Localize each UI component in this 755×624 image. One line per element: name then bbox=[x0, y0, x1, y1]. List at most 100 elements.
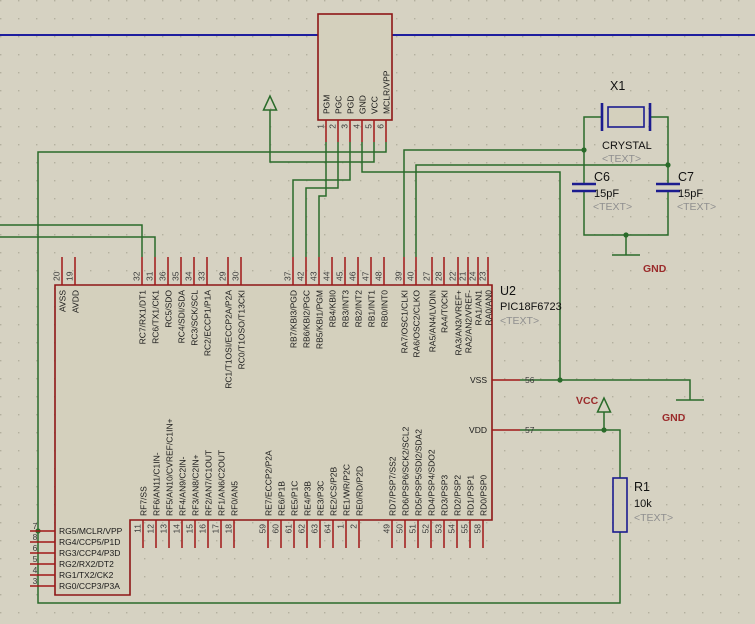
pin-name: RD7/PSP7/SS2 bbox=[388, 456, 398, 516]
junction-dot bbox=[665, 162, 671, 168]
pin-number: 3 bbox=[33, 576, 38, 586]
crystal-value: CRYSTAL bbox=[602, 140, 652, 152]
pin-name: RG5/MCLR/VPP bbox=[59, 526, 123, 536]
pin-name: RF0/AN5 bbox=[230, 481, 240, 516]
crystal-text-placeholder: <TEXT> bbox=[602, 153, 641, 165]
pin-number: 18 bbox=[224, 524, 234, 534]
pin-number: 5 bbox=[364, 124, 374, 129]
pin-name: RD4/PSP4/SDO2 bbox=[427, 449, 437, 516]
pin-number: 5 bbox=[33, 554, 38, 564]
pin-name: RA4/T0CKI bbox=[440, 290, 450, 333]
pin-name: RD5/PSP5/SDI2/SDA2 bbox=[414, 429, 424, 516]
crystal-body[interactable] bbox=[607, 106, 645, 128]
pin-number: 64 bbox=[323, 524, 333, 534]
pin-number: 1 bbox=[336, 524, 346, 529]
pin-number: 63 bbox=[310, 524, 320, 534]
pin-name: RA5/AN4/LVDIN bbox=[428, 290, 438, 352]
pin-name: RG1/TX2/CK2 bbox=[59, 570, 114, 580]
pin-name: RD1/PSP1 bbox=[466, 475, 476, 516]
pin-name: RA6/OSC2/CLKO bbox=[412, 290, 422, 358]
pin-number: 36 bbox=[158, 271, 168, 281]
pin-number: 19 bbox=[65, 271, 75, 281]
pin-name: RC2/ECCP1/P1A bbox=[203, 290, 213, 356]
pin-number: 34 bbox=[184, 271, 194, 281]
pin-number: 12 bbox=[146, 524, 156, 534]
pin-name: RA2/AN2/VREF- bbox=[464, 290, 474, 353]
pin-number: 32 bbox=[132, 271, 142, 281]
pin-number: 6 bbox=[376, 124, 386, 129]
pin-name: MCLR/VPP bbox=[382, 70, 392, 114]
pin-number: 49 bbox=[382, 524, 392, 534]
pin-number: 21 bbox=[458, 271, 468, 281]
gnd-net-label: GND bbox=[662, 412, 686, 424]
pin-name: RE4/P3B bbox=[303, 481, 313, 516]
pin-number: 58 bbox=[473, 524, 483, 534]
pin-name: RF2/AN7/C1OUT bbox=[204, 450, 214, 516]
pin-number: 43 bbox=[309, 271, 319, 281]
junction-dot bbox=[601, 427, 607, 433]
pin-number: 13 bbox=[159, 524, 169, 534]
pin-number: 8 bbox=[33, 532, 38, 542]
junction-dot bbox=[623, 232, 629, 238]
crystal-reference: X1 bbox=[610, 79, 625, 93]
pin-name: RD2/PSP2 bbox=[453, 475, 463, 516]
pin-name: RF3/AN8/C2IN+ bbox=[191, 454, 201, 516]
pin-name: RC4/SDI/SDA bbox=[177, 290, 187, 344]
pin-name: RC5/SDO bbox=[164, 290, 174, 328]
capacitor-reference: C7 bbox=[678, 170, 694, 184]
pin-name: RC0/T1OSO/T13CKI bbox=[237, 290, 247, 369]
pin-name: AVSS bbox=[58, 290, 68, 312]
pin-number: 4 bbox=[352, 124, 362, 129]
pin-number: 11 bbox=[133, 524, 143, 533]
junction-dot bbox=[581, 147, 587, 153]
pin-number: 53 bbox=[434, 524, 444, 534]
pin-name: RE7/ECCP2/P2A bbox=[264, 450, 274, 516]
pin-number: 42 bbox=[296, 271, 306, 281]
pin-number: 40 bbox=[406, 271, 416, 281]
pin-name: RE1/WR/P2C bbox=[342, 464, 352, 516]
pin-name: RC3/SCK/SCL bbox=[190, 290, 200, 346]
pin-name: RF7/SS bbox=[139, 486, 149, 516]
pin-name: VSS bbox=[470, 375, 487, 385]
pin-name: RB6/KBI2/PGC bbox=[302, 290, 312, 348]
pin-name: RE3/P3C bbox=[316, 481, 326, 516]
pin-name: RB3/INT3 bbox=[341, 290, 351, 328]
pin-number: 54 bbox=[447, 524, 457, 534]
pin-name: RG2/RX2/DT2 bbox=[59, 559, 114, 569]
pin-name: RB4/KBI0 bbox=[328, 290, 338, 328]
pin-number: 61 bbox=[284, 524, 294, 534]
pin-number: 51 bbox=[408, 524, 418, 534]
pin-name: RA0/AN0 bbox=[484, 290, 494, 326]
pin-number: 7 bbox=[33, 521, 38, 531]
pin-number: 39 bbox=[394, 271, 404, 281]
pin-number: 44 bbox=[322, 271, 332, 281]
pin-number: 1 bbox=[316, 124, 326, 129]
pin-number: 17 bbox=[211, 524, 221, 534]
pin-number: 3 bbox=[340, 124, 350, 129]
pin-name: RB0/INT0 bbox=[380, 290, 390, 328]
pin-name: VDD bbox=[469, 425, 487, 435]
pin-name: AVDD bbox=[71, 290, 81, 313]
pin-number: 52 bbox=[421, 524, 431, 534]
pin-number: 35 bbox=[171, 271, 181, 281]
pin-number: 46 bbox=[348, 271, 358, 281]
pin-number: 48 bbox=[374, 271, 384, 281]
proteus-schematic-canvas[interactable]: PGM PGC PGD GND VCC MCLR/VPP 1 2 3 4 5 6… bbox=[0, 0, 755, 624]
resistor-reference: R1 bbox=[634, 480, 650, 494]
pin-number: 14 bbox=[172, 524, 182, 534]
resistor-body[interactable] bbox=[612, 477, 628, 533]
pin-number: 55 bbox=[460, 524, 470, 534]
pin-name: RG4/CCP5/P1D bbox=[59, 537, 120, 547]
pin-name: RB7/KBI3/PGD bbox=[289, 290, 299, 348]
resistor-text-placeholder: <TEXT> bbox=[634, 512, 673, 524]
pin-number: 28 bbox=[434, 271, 444, 281]
vcc-net-label: VCC bbox=[576, 395, 599, 407]
pin-name: PGC bbox=[334, 96, 344, 114]
pin-name: PGD bbox=[346, 96, 356, 114]
pin-name: RF6/AN11/C1IN- bbox=[152, 452, 162, 516]
pin-name: RA3/AN3/VREF+ bbox=[454, 290, 464, 355]
pin-number: 57 bbox=[525, 425, 535, 435]
pin-number: 2 bbox=[328, 124, 338, 129]
gnd-net-label: GND bbox=[643, 263, 667, 275]
pin-name: RB2/INT2 bbox=[354, 290, 364, 328]
